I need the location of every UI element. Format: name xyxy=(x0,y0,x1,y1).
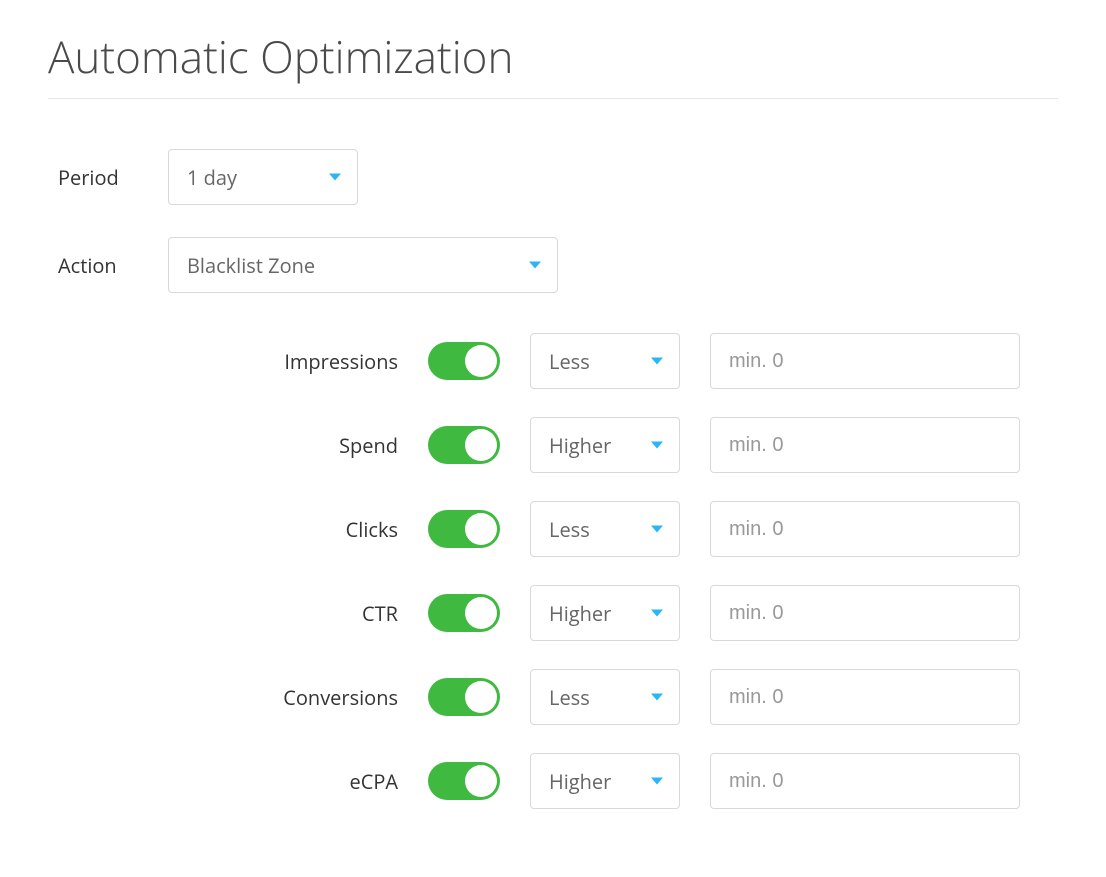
conversions-condition-value: Less xyxy=(549,684,590,711)
impressions-condition-select[interactable]: Less xyxy=(530,333,680,389)
spend-toggle[interactable] xyxy=(428,426,500,464)
chevron-down-icon xyxy=(651,778,663,785)
chevron-down-icon xyxy=(651,694,663,701)
chevron-down-icon xyxy=(529,262,541,269)
metric-row-ctr: CTR Higher xyxy=(58,585,1058,641)
period-label: Period xyxy=(58,164,168,191)
ecpa-condition-value: Higher xyxy=(549,768,611,795)
impressions-label: Impressions xyxy=(58,348,428,375)
clicks-value-input[interactable] xyxy=(710,501,1020,557)
metric-row-conversions: Conversions Less xyxy=(58,669,1058,725)
page-title: Automatic Optimization xyxy=(48,26,1058,86)
spend-label: Spend xyxy=(58,432,428,459)
period-row: Period 1 day xyxy=(58,149,1058,205)
ecpa-condition-select[interactable]: Higher xyxy=(530,753,680,809)
period-select[interactable]: 1 day xyxy=(168,149,358,205)
clicks-condition-value: Less xyxy=(549,516,590,543)
ctr-condition-select[interactable]: Higher xyxy=(530,585,680,641)
chevron-down-icon xyxy=(651,358,663,365)
clicks-toggle[interactable] xyxy=(428,510,500,548)
action-select[interactable]: Blacklist Zone xyxy=(168,237,558,293)
ecpa-label: eCPA xyxy=(58,768,428,795)
toggle-knob xyxy=(465,681,497,713)
conversions-label: Conversions xyxy=(58,684,428,711)
spend-value-input[interactable] xyxy=(710,417,1020,473)
action-select-value: Blacklist Zone xyxy=(187,252,315,279)
action-label: Action xyxy=(58,252,168,279)
clicks-label: Clicks xyxy=(58,516,428,543)
metric-row-ecpa: eCPA Higher xyxy=(58,753,1058,809)
divider xyxy=(48,98,1058,99)
toggle-knob xyxy=(465,765,497,797)
ctr-value-input[interactable] xyxy=(710,585,1020,641)
chevron-down-icon xyxy=(651,442,663,449)
toggle-knob xyxy=(465,513,497,545)
ctr-toggle[interactable] xyxy=(428,594,500,632)
impressions-toggle[interactable] xyxy=(428,342,500,380)
metric-row-spend: Spend Higher xyxy=(58,417,1058,473)
conversions-value-input[interactable] xyxy=(710,669,1020,725)
impressions-condition-value: Less xyxy=(549,348,590,375)
spend-condition-select[interactable]: Higher xyxy=(530,417,680,473)
toggle-knob xyxy=(465,345,497,377)
conversions-condition-select[interactable]: Less xyxy=(530,669,680,725)
metric-row-impressions: Impressions Less xyxy=(58,333,1058,389)
toggle-knob xyxy=(465,429,497,461)
ecpa-toggle[interactable] xyxy=(428,762,500,800)
ctr-condition-value: Higher xyxy=(549,600,611,627)
ecpa-value-input[interactable] xyxy=(710,753,1020,809)
period-select-value: 1 day xyxy=(187,164,237,191)
metric-row-clicks: Clicks Less xyxy=(58,501,1058,557)
toggle-knob xyxy=(465,597,497,629)
impressions-value-input[interactable] xyxy=(710,333,1020,389)
action-row: Action Blacklist Zone xyxy=(58,237,1058,293)
clicks-condition-select[interactable]: Less xyxy=(530,501,680,557)
spend-condition-value: Higher xyxy=(549,432,611,459)
chevron-down-icon xyxy=(329,174,341,181)
chevron-down-icon xyxy=(651,526,663,533)
conversions-toggle[interactable] xyxy=(428,678,500,716)
ctr-label: CTR xyxy=(58,600,428,627)
chevron-down-icon xyxy=(651,610,663,617)
